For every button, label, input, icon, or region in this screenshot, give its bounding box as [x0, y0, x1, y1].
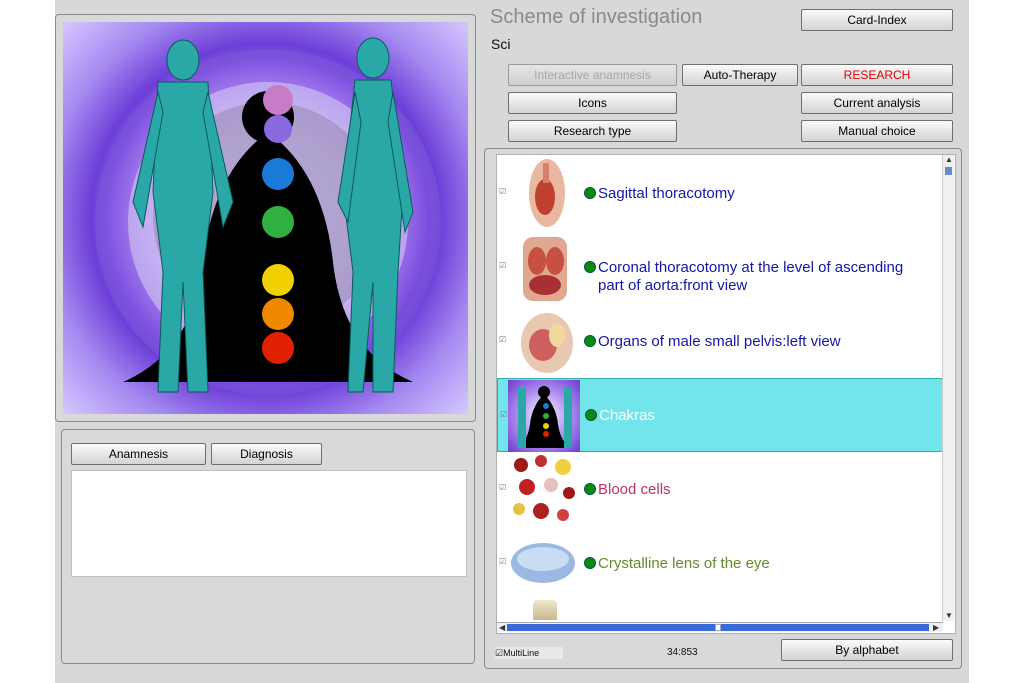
scroll-right-icon[interactable]: ▶ [933, 623, 939, 633]
status-dot [584, 335, 596, 347]
icons-button[interactable]: Icons [508, 92, 677, 114]
row-checkbox[interactable]: ☑ [500, 411, 508, 419]
page-subtitle: Sci [491, 36, 511, 52]
coronal-thoracotomy-thumb [507, 231, 579, 303]
list-item-label: Crystalline lens of the eye [598, 555, 770, 572]
card-index-button[interactable]: Card-Index [801, 9, 953, 31]
list-item-label: Blood cells [598, 481, 671, 498]
chakras-thumb [508, 380, 580, 452]
vertical-scrollbar[interactable]: ▲ ▼ [942, 155, 954, 621]
sagittal-thoracotomy-thumb [507, 157, 579, 229]
image-panel [55, 14, 476, 422]
row-checkbox[interactable]: ☑ [499, 484, 507, 492]
notes-text-area[interactable] [71, 470, 467, 577]
list-item[interactable]: ☑ Coronal thoracotomy at the level of as… [497, 230, 943, 304]
by-alphabet-button[interactable]: By alphabet [781, 639, 953, 661]
chakra-illustration [95, 37, 441, 395]
male-pelvis-thumb [507, 305, 579, 377]
list-item[interactable]: ☑ Organs of male small pelvis:left view [497, 304, 943, 378]
app-window: Anamnesis Diagnosis Scheme of investigat… [55, 0, 969, 683]
list-item[interactable]: ☑ Sagittal thoracotomy [497, 156, 943, 230]
chakra-image [63, 22, 468, 414]
status-dot [584, 261, 596, 273]
research-type-button[interactable]: Research type [508, 120, 677, 142]
notes-panel: Anamnesis Diagnosis [61, 429, 475, 664]
status-dot [585, 409, 597, 421]
research-button[interactable]: RESEARCH [801, 64, 953, 86]
list-item-label: Organs of male small pelvis:left view [598, 333, 841, 350]
scroll-up-icon[interactable]: ▲ [945, 155, 953, 165]
horizontal-scrollbar[interactable]: ◀ ▶ [497, 622, 943, 632]
list-item-selected[interactable]: ☑ Chakras [497, 378, 943, 452]
eye-lens-thumb [507, 527, 579, 599]
row-checkbox[interactable]: ☑ [499, 558, 507, 566]
scroll-down-icon[interactable]: ▼ [945, 611, 953, 621]
current-analysis-button[interactable]: Current analysis [801, 92, 953, 114]
list-item[interactable]: ☑ Blood cells [497, 452, 943, 526]
scroll-left-icon[interactable]: ◀ [499, 623, 505, 633]
auto-therapy-button[interactable]: Auto-Therapy [682, 64, 798, 86]
interactive-anamnesis-button[interactable]: Interactive anamnesis [508, 64, 677, 86]
status-dot [584, 187, 596, 199]
list-item-label: Coronal thoracotomy at the level of asce… [598, 259, 904, 294]
multiline-checkbox[interactable]: ☑MultiLine [495, 647, 563, 659]
row-checkbox[interactable]: ☑ [499, 262, 507, 270]
list-item[interactable]: ☑ Crystalline lens of the eye [497, 526, 943, 600]
list-item-label: Chakras [599, 407, 655, 424]
manual-choice-button[interactable]: Manual choice [801, 120, 953, 142]
status-dot [584, 483, 596, 495]
item-counter: 34:853 [667, 647, 698, 658]
anamnesis-button[interactable]: Anamnesis [71, 443, 206, 465]
status-dot [584, 557, 596, 569]
diagnosis-button[interactable]: Diagnosis [211, 443, 322, 465]
checkbox-icon: ☑ [495, 648, 504, 658]
row-checkbox[interactable]: ☑ [499, 336, 507, 344]
row-checkbox[interactable]: ☑ [499, 188, 507, 196]
hscroll-grip [715, 624, 721, 631]
blood-cells-thumb [507, 453, 579, 525]
scroll-thumb[interactable] [945, 167, 952, 175]
page-title: Scheme of investigation [490, 6, 703, 28]
research-list[interactable]: ☑ Sagittal thoracotomy ☑ Coronal thoraco… [496, 154, 956, 634]
multiline-label: MultiLine [503, 648, 540, 658]
list-item-label: Sagittal thoracotomy [598, 185, 735, 202]
list-item-partial-thumb [533, 600, 557, 620]
